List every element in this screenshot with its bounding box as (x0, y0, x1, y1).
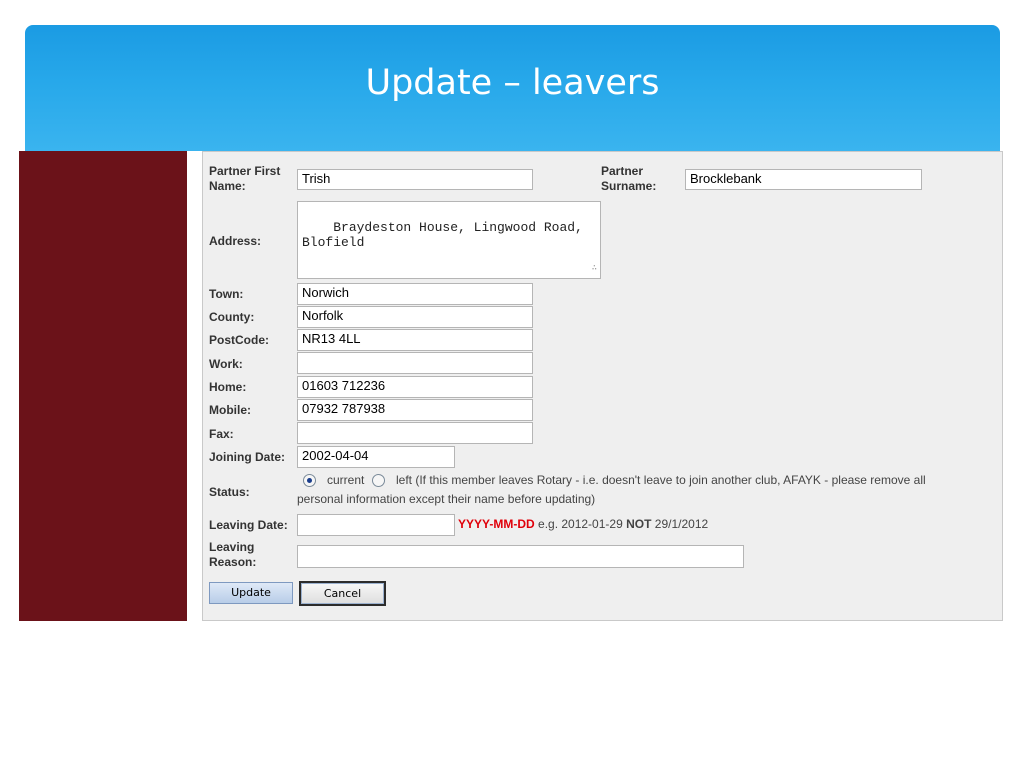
resize-grip-icon[interactable]: ∴ (592, 261, 597, 276)
status-left-label-continued: personal information except their name b… (297, 492, 596, 506)
date-format-bad-example: 29/1/2012 (654, 517, 709, 531)
slide-title-bar: Update – leavers (25, 25, 1000, 151)
date-format-hint: YYYY-MM-DD e.g. 2012-01-29 NOT 29/1/2012 (458, 516, 708, 533)
status-current-radio[interactable] (303, 474, 316, 487)
fax-field[interactable] (297, 422, 533, 444)
address-text: Braydeston House, Lingwood Road, Blofiel… (302, 220, 583, 250)
status-current-label: current (327, 473, 365, 487)
county-field[interactable]: Norfolk (297, 306, 533, 328)
town-label: Town: (209, 287, 244, 301)
date-format-pattern: YYYY-MM-DD (458, 517, 535, 531)
leaving-date-label: Leaving Date: (209, 518, 288, 532)
mobile-phone-field[interactable]: 07932 787938 (297, 399, 533, 421)
county-label: County: (209, 310, 255, 324)
work-label: Work: (209, 357, 243, 371)
status-label: Status: (209, 485, 250, 499)
joining-date-label: Joining Date: (209, 450, 286, 464)
partner-surname-label: Partner Surname: (601, 164, 657, 193)
postcode-label: PostCode: (209, 333, 269, 347)
home-label: Home: (209, 380, 247, 394)
date-format-not: NOT (626, 517, 652, 531)
leaving-reason-label: Leaving Reason: (209, 540, 257, 569)
status-left-label: left (If this member leaves Rotary - i.e… (396, 473, 926, 487)
partner-first-name-label: Partner First Name: (209, 164, 281, 193)
partner-surname-field[interactable]: Brocklebank (685, 169, 922, 190)
address-label: Address: (209, 234, 262, 248)
partner-first-name-field[interactable]: Trish (297, 169, 533, 190)
slide-title: Update – leavers (365, 63, 660, 103)
leaving-reason-field[interactable] (297, 545, 744, 568)
member-update-form: Partner First Name: Trish Partner Surnam… (202, 151, 1003, 621)
mobile-label: Mobile: (209, 403, 251, 417)
postcode-field[interactable]: NR13 4LL (297, 329, 533, 351)
update-button[interactable]: Update (209, 582, 293, 604)
work-field[interactable] (297, 352, 533, 374)
cancel-button[interactable]: Cancel (299, 581, 386, 606)
side-panel (19, 151, 187, 621)
home-phone-field[interactable]: 01603 712236 (297, 376, 533, 398)
leaving-date-field[interactable] (297, 514, 455, 536)
town-field[interactable]: Norwich (297, 283, 533, 305)
status-left-radio[interactable] (372, 474, 385, 487)
address-textarea[interactable]: Braydeston House, Lingwood Road, Blofiel… (297, 201, 601, 279)
joining-date-field[interactable]: 2002-04-04 (297, 446, 455, 468)
fax-label: Fax: (209, 427, 234, 441)
date-format-example: e.g. 2012-01-29 (538, 517, 623, 531)
